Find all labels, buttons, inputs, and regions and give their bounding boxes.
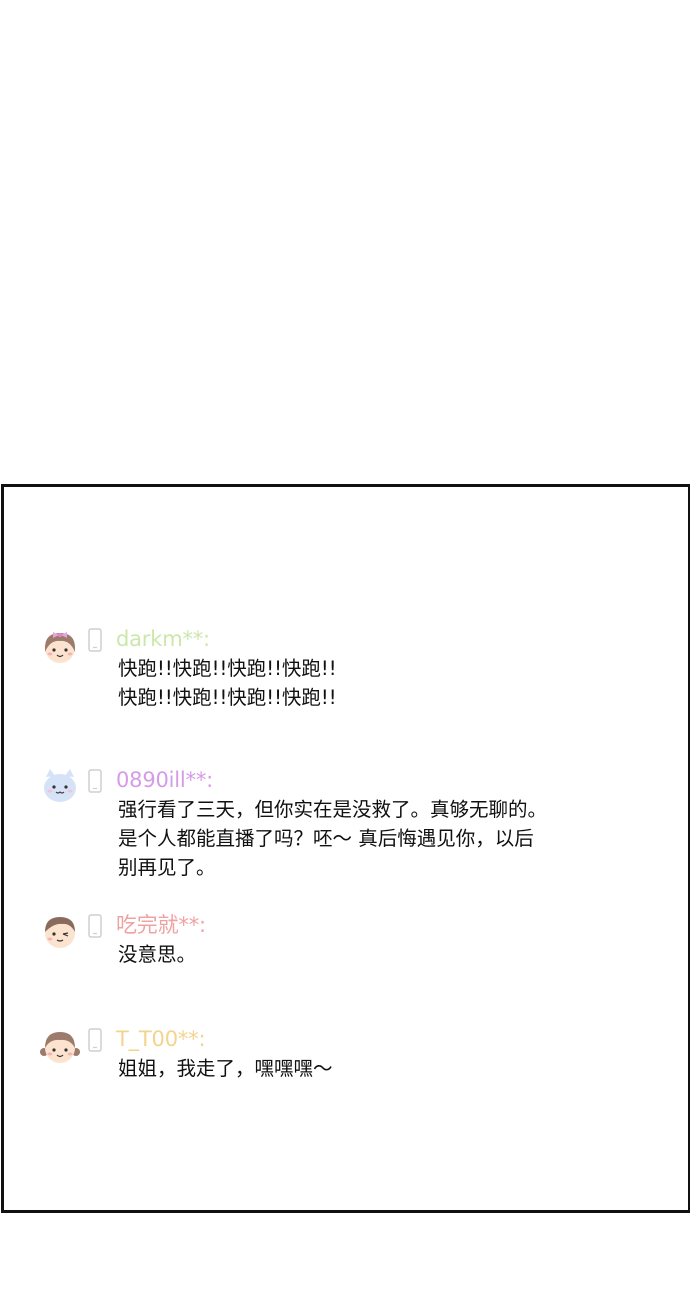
comment-text-line: 强行看了三天，但你实在是没救了。真够无聊的。 [118,798,548,821]
comment-text: 姐姐，我走了，嘿嘿嘿～ [118,1054,678,1083]
phone-icon [88,914,102,938]
comment-username: darkm**: [116,627,210,651]
comment-text-line: 别再见了。 [118,856,216,879]
girl-with-pigtails-avatar-icon [40,1032,80,1063]
phone-icon [88,769,102,793]
comment-text-line: 快跑!!快跑!!快跑!!快跑!! [118,657,337,680]
comment-username: 吃完就**: [116,913,206,937]
comment-text-line: 快跑!!快跑!!快跑!!快跑!! [118,686,337,709]
comment-username: 0890ill**: [116,768,214,792]
comment-text-line: 是个人都能直播了吗？呸～ 真后悔遇见你，以后 [118,827,534,850]
comment-text-line: 没意思。 [118,943,197,966]
comment-panel: darkm**: 快跑!!快跑!!快跑!!快跑!! 快跑!!快跑!!快跑!!快跑… [1,484,690,1213]
cat-avatar-icon [44,769,76,802]
winking-boy-avatar-icon [45,917,75,948]
comment-text: 强行看了三天，但你实在是没救了。真够无聊的。 是个人都能直播了吗？呸～ 真后悔遇… [118,795,678,882]
comment-text-line: 姐姐，我走了，嘿嘿嘿～ [118,1057,333,1080]
comment-text: 快跑!!快跑!!快跑!!快跑!! 快跑!!快跑!!快跑!!快跑!! [118,654,678,712]
comment-username: T_T00**: [116,1027,206,1051]
phone-icon [88,1028,102,1052]
phone-icon [88,628,102,652]
comment-text: 没意思。 [118,940,678,969]
girl-with-bow-avatar-icon [45,632,75,663]
